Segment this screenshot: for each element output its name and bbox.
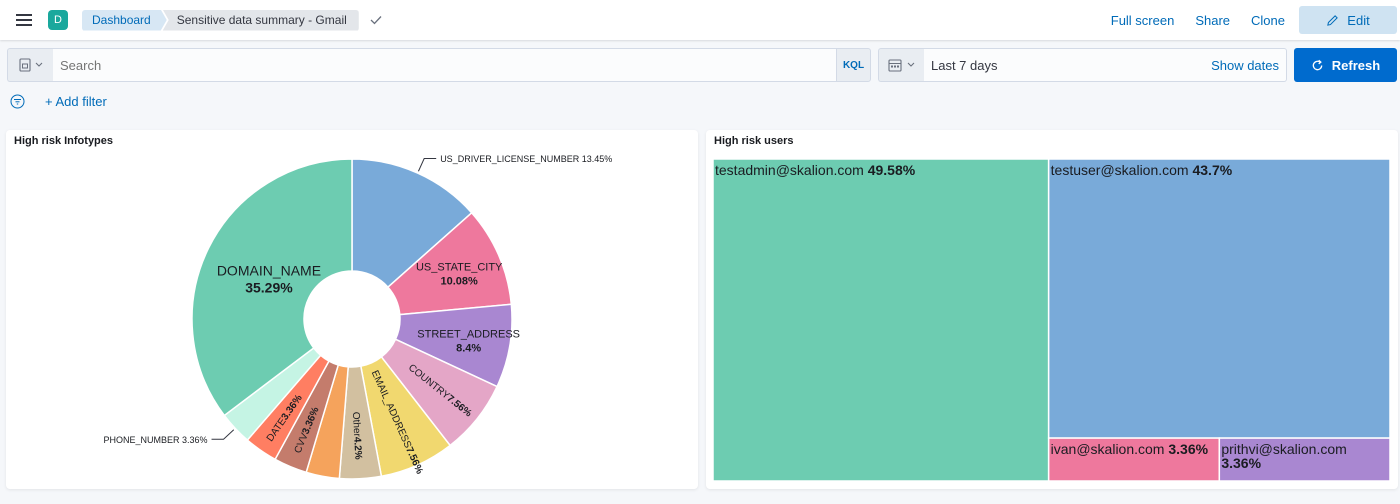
svg-text:3.36%: 3.36% <box>1221 455 1261 471</box>
menu-button[interactable] <box>0 0 48 40</box>
svg-text:STREET_ADDRESS: STREET_ADDRESS <box>417 328 520 340</box>
header-actions: Full screen Share Clone Edit <box>1090 0 1400 40</box>
date-quick-menu-button[interactable] <box>878 48 924 82</box>
breadcrumb-current: Sensitive data summary - Gmail <box>162 9 359 31</box>
kql-button[interactable]: KQL <box>836 48 871 82</box>
treemap-label-testadmin-skalion-com: testadmin@skalion.com 49.58% <box>715 162 916 178</box>
refresh-button[interactable]: Refresh <box>1294 48 1397 82</box>
svg-text:8.4%: 8.4% <box>456 342 481 354</box>
svg-text:testuser@skalion.com 43.7%: testuser@skalion.com 43.7% <box>1051 162 1233 178</box>
svg-text:DOMAIN_NAME: DOMAIN_NAME <box>217 263 321 279</box>
search-input[interactable] <box>53 49 837 81</box>
svg-text:PHONE_NUMBER 3.36%: PHONE_NUMBER 3.36% <box>103 435 207 445</box>
edit-label: Edit <box>1347 12 1370 28</box>
saved-query-button[interactable] <box>7 48 53 82</box>
time-range-label[interactable]: Last 7 days <box>931 58 998 73</box>
date-range-field[interactable]: Last 7 days Show dates <box>924 48 1287 82</box>
hamburger-icon <box>16 14 32 26</box>
top-header: D Dashboard Sensitive data summary - Gma… <box>0 0 1400 40</box>
pencil-icon <box>1327 14 1339 26</box>
filter-row: + Add filter <box>10 92 107 110</box>
infotypes-panel: High risk Infotypes US_DRIVER_LICENSE_NU… <box>6 130 698 489</box>
refresh-icon <box>1312 59 1323 70</box>
svg-text:testadmin@skalion.com 49.58%: testadmin@skalion.com 49.58% <box>715 162 916 178</box>
svg-text:US_DRIVER_LICENSE_NUMBER 13.4: US_DRIVER_LICENSE_NUMBER 13.45% <box>440 154 612 164</box>
calendar-icon <box>887 59 914 72</box>
treemap-label-ivan-skalion-com: ivan@skalion.com 3.36% <box>1051 441 1209 457</box>
share-link[interactable]: Share <box>1195 13 1230 28</box>
clone-link[interactable]: Clone <box>1251 13 1285 28</box>
svg-text:US_STATE_CITY: US_STATE_CITY <box>416 262 503 274</box>
saved-query-icon <box>18 58 42 72</box>
svg-text:ivan@skalion.com 3.36%: ivan@skalion.com 3.36% <box>1051 441 1209 457</box>
svg-text:35.29%: 35.29% <box>245 280 293 296</box>
treemap-cell-testuser-skalion-com[interactable] <box>1047 158 1391 439</box>
pie-label-phone-number: PHONE_NUMBER 3.36% <box>103 429 235 445</box>
svg-text:Other: Other <box>350 412 362 438</box>
add-filter-link[interactable]: + Add filter <box>45 94 107 109</box>
space-avatar[interactable]: D <box>48 10 68 30</box>
breadcrumb: Dashboard Sensitive data summary - Gmail <box>82 9 359 31</box>
query-bar: KQL Last 7 days Show dates Refresh <box>7 48 1397 82</box>
show-dates-link[interactable]: Show dates <box>1211 58 1279 73</box>
search-field[interactable] <box>53 48 837 82</box>
edit-button[interactable]: Edit <box>1299 6 1397 34</box>
users-panel: High risk users testadmin@skalion.com 49… <box>706 130 1398 489</box>
breadcrumb-dashboard[interactable]: Dashboard <box>82 10 167 31</box>
users-treemap-chart: testadmin@skalion.com 49.58% testuser@ska… <box>712 158 1391 482</box>
check-icon[interactable] <box>369 13 383 27</box>
svg-text:10.08%: 10.08% <box>441 276 479 288</box>
filter-options-icon[interactable] <box>10 94 25 109</box>
treemap-cell-testadmin-skalion-com[interactable] <box>712 158 1050 482</box>
refresh-label: Refresh <box>1331 57 1381 73</box>
infotypes-pie-chart: US_DRIVER_LICENSE_NUMBER 13.45% US_STATE_… <box>103 154 612 480</box>
treemap-label-testuser-skalion-com: testuser@skalion.com 43.7% <box>1051 162 1233 178</box>
pie-label-us-driver-license-number: US_DRIVER_LICENSE_NUMBER 13.45% <box>417 154 612 172</box>
svg-text:4.2%: 4.2% <box>351 437 363 460</box>
full-screen-link[interactable]: Full screen <box>1111 13 1175 28</box>
